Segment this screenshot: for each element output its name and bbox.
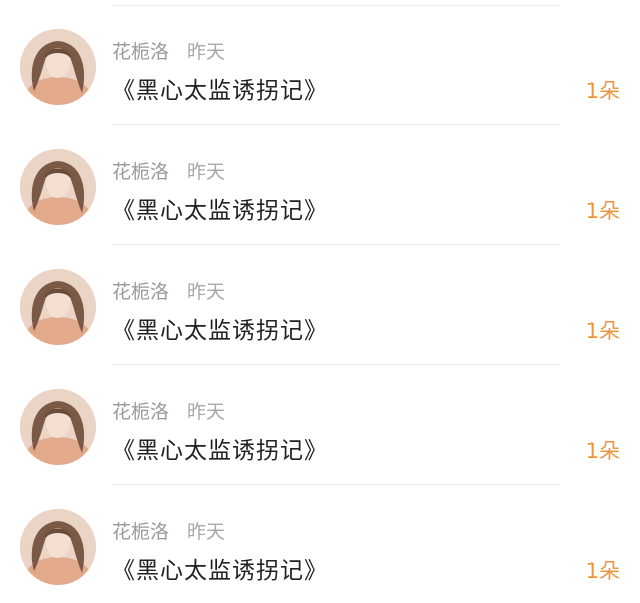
timestamp: 昨天 (187, 281, 226, 303)
avatar[interactable] (20, 389, 96, 465)
list-item[interactable]: 花栀洛 昨天 《黑心太监诱拐记》 1朵 (0, 5, 640, 125)
timestamp: 昨天 (187, 41, 226, 63)
avatar[interactable] (20, 269, 96, 345)
book-title[interactable]: 《黑心太监诱拐记》 (112, 311, 328, 345)
book-title[interactable]: 《黑心太监诱拐记》 (112, 191, 328, 225)
gift-count: 1朵 (585, 79, 620, 103)
username[interactable]: 花栀洛 (112, 41, 169, 63)
avatar[interactable] (20, 509, 96, 585)
gift-count: 1朵 (585, 319, 620, 343)
gift-count: 1朵 (585, 559, 620, 583)
avatar[interactable] (20, 149, 96, 225)
user-meta: 花栀洛 昨天 (112, 277, 225, 304)
user-meta: 花栀洛 昨天 (112, 157, 225, 184)
gift-count: 1朵 (585, 439, 620, 463)
book-title[interactable]: 《黑心太监诱拐记》 (112, 551, 328, 585)
username[interactable]: 花栀洛 (112, 521, 169, 543)
list-item[interactable]: 花栀洛 昨天 《黑心太监诱拐记》 1朵 (0, 125, 640, 245)
user-meta: 花栀洛 昨天 (112, 517, 225, 544)
username[interactable]: 花栀洛 (112, 401, 169, 423)
timestamp: 昨天 (187, 521, 226, 543)
timestamp: 昨天 (187, 161, 226, 183)
avatar[interactable] (20, 29, 96, 105)
username[interactable]: 花栀洛 (112, 281, 169, 303)
gift-count: 1朵 (585, 199, 620, 223)
username[interactable]: 花栀洛 (112, 161, 169, 183)
book-title[interactable]: 《黑心太监诱拐记》 (112, 431, 328, 465)
list-item[interactable]: 花栀洛 昨天 《黑心太监诱拐记》 1朵 (0, 365, 640, 485)
list-item[interactable]: 花栀洛 昨天 《黑心太监诱拐记》 1朵 (0, 245, 640, 365)
gift-record-list: 花栀洛昨天 《黑心太监诱拐记》 1朵 花栀洛昨天 《黑心太监诱拐记》 1朵 (0, 0, 640, 603)
book-title[interactable]: 《黑心太监诱拐记》 (112, 71, 328, 105)
list-item[interactable]: 花栀洛 昨天 《黑心太监诱拐记》 1朵 (0, 485, 640, 603)
user-meta: 花栀洛 昨天 (112, 37, 225, 64)
timestamp: 昨天 (187, 401, 226, 423)
user-meta: 花栀洛 昨天 (112, 397, 225, 424)
